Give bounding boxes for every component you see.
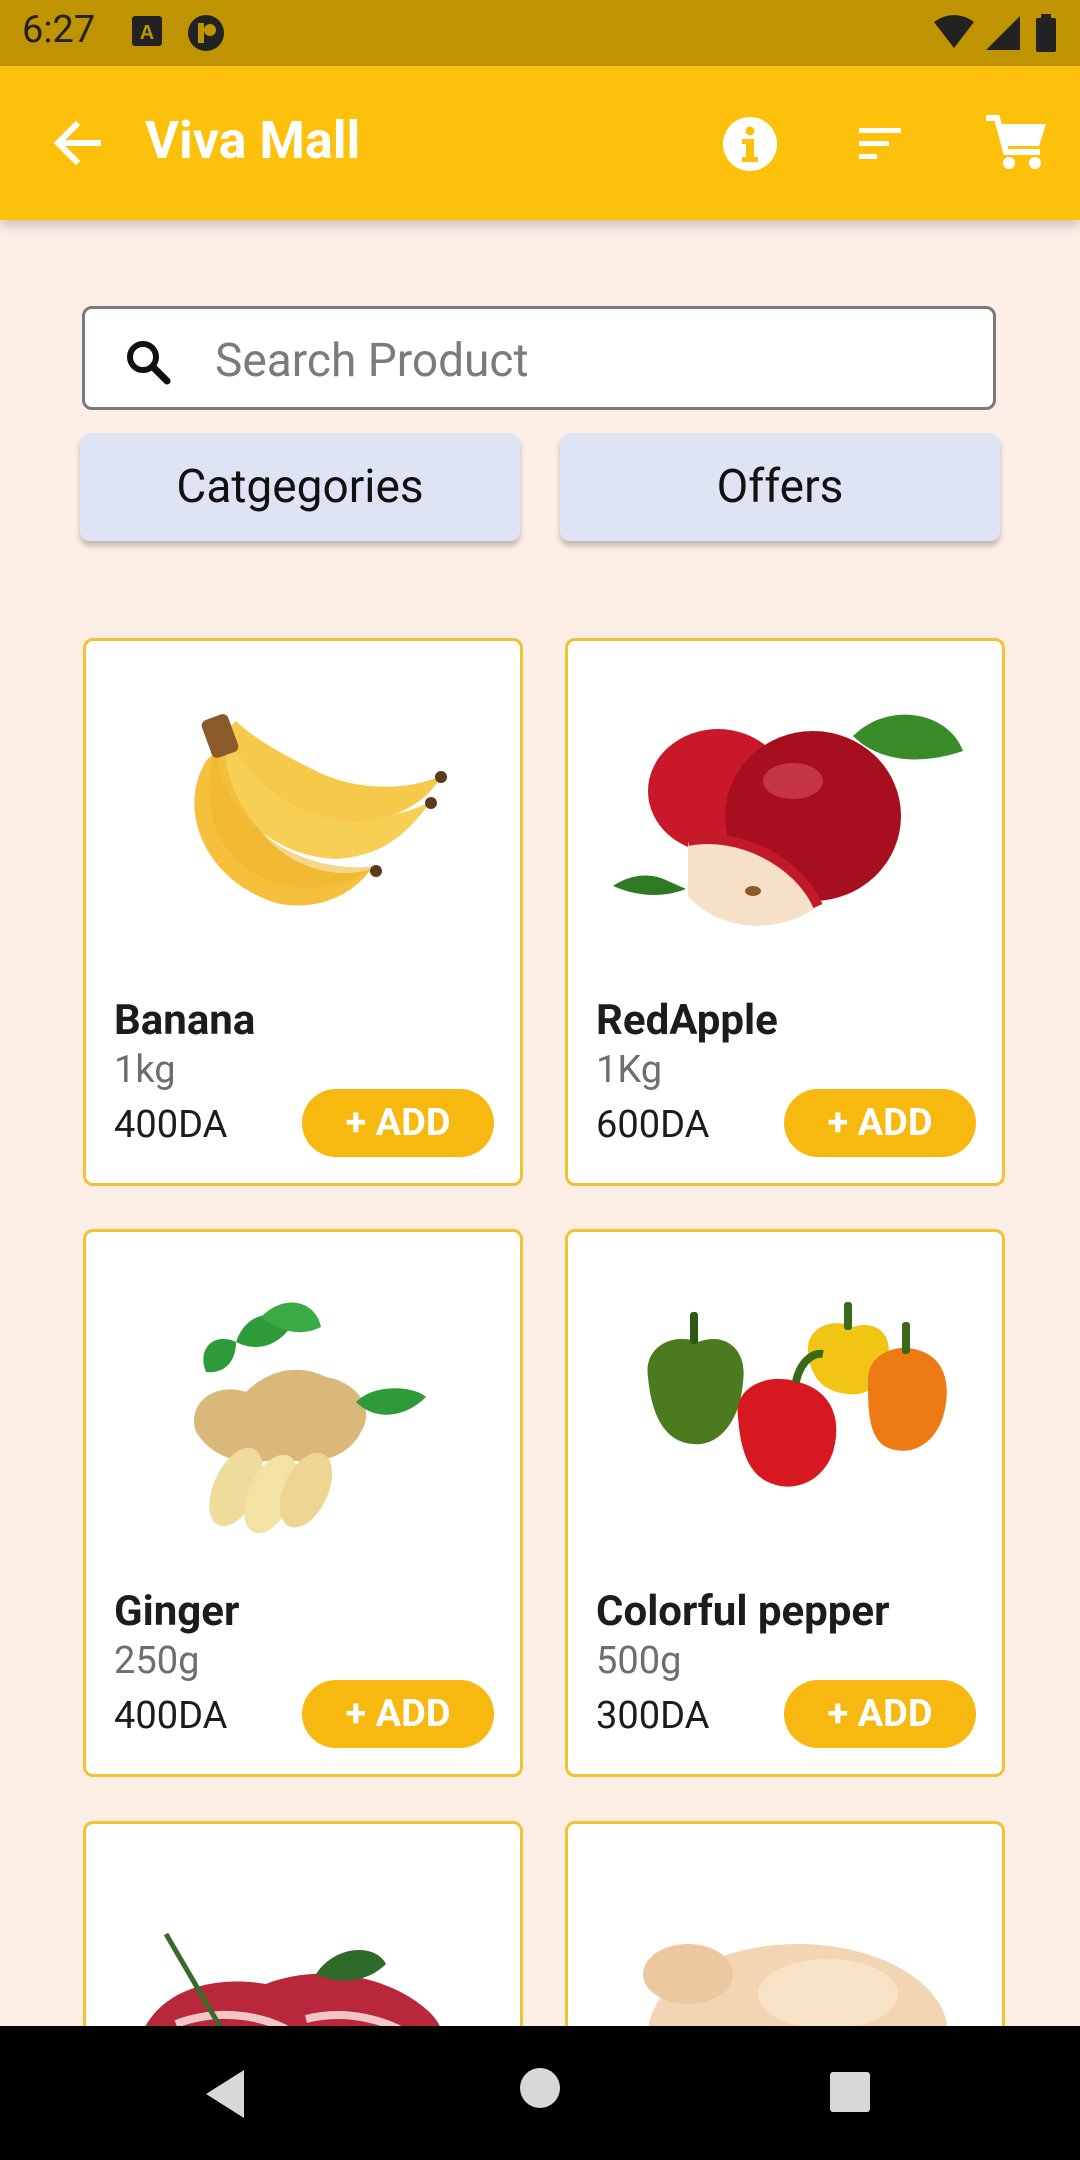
offers-button[interactable]: Offers bbox=[560, 433, 1000, 541]
ginger-image bbox=[194, 1302, 426, 1534]
accessibility-notification-icon: A bbox=[132, 16, 162, 46]
app-notification-icon bbox=[188, 15, 224, 51]
signal-icon bbox=[986, 16, 1020, 50]
status-time: 6:27 bbox=[22, 8, 96, 52]
product-card-banana[interactable]: Banana 1kg 400DA + ADD bbox=[83, 638, 523, 1186]
product-card-ginger[interactable]: Ginger 250g 400DA + ADD bbox=[83, 1229, 523, 1777]
back-arrow-icon[interactable] bbox=[50, 116, 104, 170]
system-nav-bar bbox=[0, 2026, 1080, 2160]
search-box[interactable] bbox=[82, 306, 996, 410]
nav-recents-icon[interactable] bbox=[828, 2070, 872, 2114]
product-price: 400DA bbox=[114, 1694, 228, 1738]
svg-text:A: A bbox=[140, 22, 154, 44]
product-name: Banana bbox=[114, 996, 256, 1045]
pepper-image bbox=[647, 1302, 947, 1487]
battery-icon bbox=[1036, 14, 1056, 52]
product-name: Ginger bbox=[114, 1587, 240, 1636]
search-icon bbox=[127, 341, 171, 385]
product-price: 400DA bbox=[114, 1103, 228, 1147]
search-input[interactable] bbox=[213, 329, 957, 393]
wifi-icon bbox=[934, 15, 974, 48]
nav-home-icon[interactable] bbox=[518, 2066, 562, 2110]
categories-button[interactable]: Catgegories bbox=[80, 433, 520, 541]
product-card-colorful-pepper[interactable]: Colorful pepper 500g 300DA + ADD bbox=[565, 1229, 1005, 1777]
app-bar: Viva Mall bbox=[0, 66, 1080, 220]
banana-image bbox=[194, 714, 447, 906]
add-to-cart-button[interactable]: + ADD bbox=[302, 1089, 494, 1157]
red-apple-image bbox=[613, 714, 963, 926]
add-to-cart-button[interactable]: + ADD bbox=[784, 1089, 976, 1157]
product-quantity: 500g bbox=[596, 1639, 682, 1683]
product-name: RedApple bbox=[596, 996, 778, 1045]
sort-icon[interactable] bbox=[856, 124, 906, 164]
product-card-redapple[interactable]: RedApple 1Kg 600DA + ADD bbox=[565, 638, 1005, 1186]
cart-icon[interactable] bbox=[984, 114, 1050, 172]
product-price: 300DA bbox=[596, 1694, 710, 1738]
product-quantity: 250g bbox=[114, 1639, 200, 1683]
add-to-cart-button[interactable]: + ADD bbox=[302, 1680, 494, 1748]
nav-back-icon[interactable] bbox=[200, 2066, 250, 2122]
info-icon[interactable] bbox=[722, 116, 778, 172]
product-quantity: 1Kg bbox=[596, 1048, 663, 1092]
product-quantity: 1kg bbox=[114, 1048, 176, 1092]
product-price: 600DA bbox=[596, 1103, 710, 1147]
status-bar: 6:27 A bbox=[0, 0, 1080, 66]
app-title: Viva Mall bbox=[145, 110, 361, 171]
product-name: Colorful pepper bbox=[596, 1587, 890, 1636]
add-to-cart-button[interactable]: + ADD bbox=[784, 1680, 976, 1748]
